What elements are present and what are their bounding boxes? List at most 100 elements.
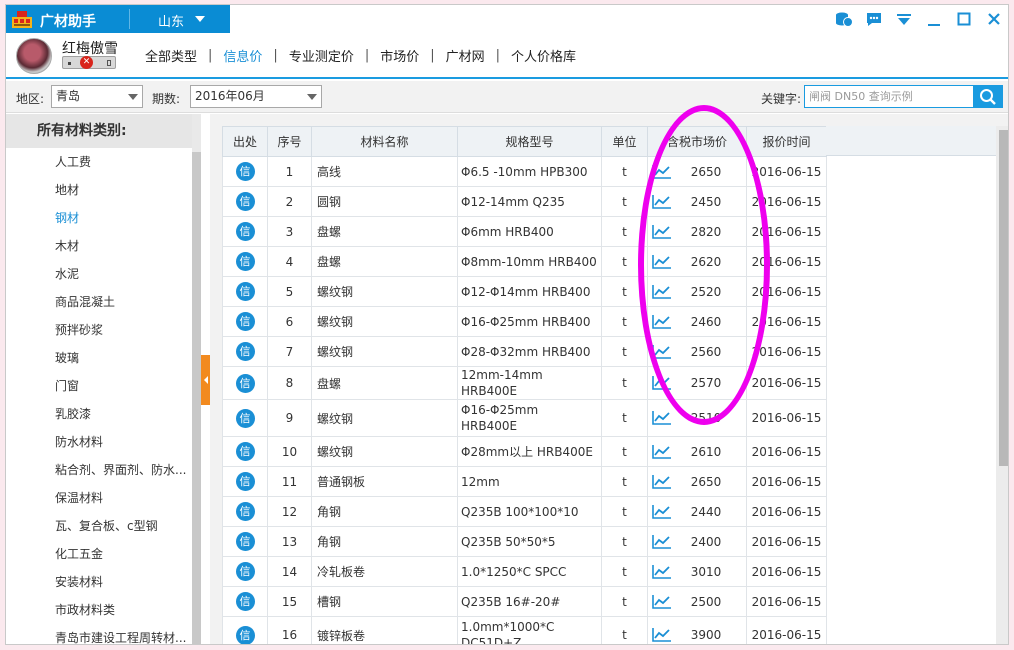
- col-price[interactable]: 含税市场价: [647, 126, 747, 157]
- price-trend-chart-icon[interactable]: [652, 594, 672, 609]
- info-source-badge[interactable]: 信: [235, 373, 255, 393]
- col-material-name[interactable]: 材料名称: [311, 126, 458, 157]
- period-select[interactable]: 2016年06月: [190, 85, 322, 108]
- index-cell: 9: [267, 399, 312, 437]
- table-row[interactable]: 信 14 冷轧板卷 1.0*1250*C SPCC t 3010 2016-06-15: [222, 556, 827, 587]
- sidebar-item[interactable]: 地材: [6, 176, 194, 204]
- sidebar-item[interactable]: 化工五金: [6, 540, 194, 568]
- info-source-badge[interactable]: 信: [235, 592, 255, 611]
- info-source-badge[interactable]: 信: [235, 342, 255, 361]
- close-icon[interactable]: [984, 9, 1004, 29]
- sidebar-item[interactable]: 预拌砂浆: [6, 316, 194, 344]
- table-row[interactable]: 信 7 螺纹钢 Φ28-Φ32mm HRB400 t 2560 2016-06-15: [222, 336, 827, 367]
- info-source-badge[interactable]: 信: [235, 532, 255, 551]
- caret-down-icon[interactable]: [195, 16, 205, 22]
- search-input[interactable]: [804, 85, 974, 108]
- info-source-badge[interactable]: 信: [235, 442, 255, 461]
- price-trend-chart-icon[interactable]: [652, 410, 672, 425]
- table-row[interactable]: 信 13 角钢 Q235B 50*50*5 t 2400 2016-06-15: [222, 526, 827, 557]
- table-row[interactable]: 信 2 圆钢 Φ12-14mm Q235 t 2450 2016-06-15: [222, 186, 827, 217]
- price-trend-chart-icon[interactable]: [652, 254, 672, 269]
- table-row[interactable]: 信 6 螺纹钢 Φ16-Φ25mm HRB400 t 2460 2016-06-15: [222, 306, 827, 337]
- price-trend-chart-icon[interactable]: [652, 314, 672, 329]
- coin-stack-icon[interactable]: [834, 9, 854, 29]
- category-sidebar: 所有材料类别: 人工费 地材 钢材 木材 水泥 商品混凝土 预拌砂浆 玻璃 门窗 乳胶漆 防水材料粘…: [6, 114, 201, 644]
- table-row[interactable]: 信 10 螺纹钢 Φ28mm以上 HRB400E t 2610 2016-06-15: [222, 436, 827, 467]
- price-trend-chart-icon[interactable]: [652, 564, 672, 579]
- table-row[interactable]: 信 11 普通钢板 12mm t 2650 2016-06-15: [222, 466, 827, 497]
- sidebar-item[interactable]: 青岛市建设工程周转材...: [6, 624, 194, 644]
- price-trend-chart-icon[interactable]: [652, 344, 672, 359]
- col-source[interactable]: 出处: [222, 126, 268, 157]
- info-source-badge[interactable]: 信: [235, 472, 255, 491]
- table-row[interactable]: 信 12 角钢 Q235B 100*100*10 t 2440 2016-06-15: [222, 496, 827, 527]
- table-row[interactable]: 信 4 盘螺 Φ8mm-10mm HRB400 t 2620 2016-06-15: [222, 246, 827, 277]
- table-row[interactable]: 信 16 镀锌板卷 1.0mm*1000*C DC51D+Z t 3900 2016-06-…: [222, 616, 827, 644]
- info-source-badge[interactable]: 信: [235, 162, 255, 181]
- maximize-icon[interactable]: [954, 9, 974, 29]
- price-trend-chart-icon[interactable]: [652, 474, 672, 489]
- info-source-badge[interactable]: 信: [235, 222, 255, 241]
- sidebar-item[interactable]: 水泥: [6, 260, 194, 288]
- price-trend-chart-icon[interactable]: [652, 444, 672, 459]
- sidebar-item[interactable]: 商品混凝土: [6, 288, 194, 316]
- table-scroll-thumb[interactable]: [999, 130, 1008, 466]
- tab-personal-price-library[interactable]: 个人价格库: [500, 46, 587, 65]
- tab-market-price[interactable]: 市场价: [369, 46, 430, 65]
- sidebar-item[interactable]: 瓦、复合板、c型钢: [6, 512, 194, 540]
- price-trend-chart-icon[interactable]: [652, 164, 672, 179]
- sidebar-item[interactable]: 钢材: [6, 204, 194, 232]
- info-source-badge[interactable]: 信: [235, 625, 255, 644]
- price-trend-chart-icon[interactable]: [652, 534, 672, 549]
- tab-info-price[interactable]: 信息价: [212, 46, 273, 65]
- price-trend-chart-icon[interactable]: [652, 224, 672, 239]
- collapse-sidebar-button[interactable]: [201, 355, 210, 405]
- col-spec[interactable]: 规格型号: [457, 126, 602, 157]
- info-source-badge[interactable]: 信: [235, 312, 255, 331]
- price-trend-chart-icon[interactable]: [652, 627, 672, 642]
- table-row[interactable]: 信 15 槽钢 Q235B 16#-20# t 2500 2016-06-15: [222, 586, 827, 617]
- sidebar-item[interactable]: 乳胶漆: [6, 400, 194, 428]
- table-row[interactable]: 信 3 盘螺 Φ6mm HRB400 t 2820 2016-06-15: [222, 216, 827, 247]
- table-row[interactable]: 信 5 螺纹钢 Φ12-Φ14mm HRB400 t 2520 2016-06-15: [222, 276, 827, 307]
- sidebar-item[interactable]: 人工费: [6, 148, 194, 176]
- message-icon[interactable]: [864, 9, 884, 29]
- info-source-badge[interactable]: 信: [235, 408, 255, 428]
- region-select[interactable]: 青岛: [51, 85, 143, 108]
- search-button[interactable]: [973, 85, 1003, 108]
- minimize-icon[interactable]: [924, 9, 944, 29]
- info-source-badge[interactable]: 信: [235, 282, 255, 301]
- sidebar-item[interactable]: 粘合剂、界面剂、防水...: [6, 456, 194, 484]
- info-source-badge[interactable]: 信: [235, 502, 255, 521]
- sidebar-item[interactable]: 保温材料: [6, 484, 194, 512]
- caret-down-icon: [307, 94, 317, 100]
- avatar[interactable]: [16, 38, 52, 74]
- col-unit[interactable]: 单位: [601, 126, 648, 157]
- sidebar-item[interactable]: 安装材料: [6, 568, 194, 596]
- price-trend-chart-icon[interactable]: [652, 504, 672, 519]
- table-row[interactable]: 信 9 螺纹钢 Φ16-Φ25mm HRB400E t 2510 2016-06-15: [222, 399, 827, 437]
- dropdown-menu-icon[interactable]: [894, 9, 914, 29]
- sidebar-item[interactable]: 木材: [6, 232, 194, 260]
- sidebar-item[interactable]: 玻璃: [6, 344, 194, 372]
- sidebar-item[interactable]: 市政材料类: [6, 596, 194, 624]
- price-trend-chart-icon[interactable]: [652, 194, 672, 209]
- sidebar-scroll-thumb[interactable]: [192, 152, 201, 644]
- table-row[interactable]: 信 1 高线 Φ6.5 -10mm HPB300 t 2650 2016-06-15: [222, 156, 827, 187]
- spec-cell: Φ6mm HRB400: [457, 216, 602, 247]
- price-trend-chart-icon[interactable]: [652, 375, 672, 390]
- tab-guangcai-web[interactable]: 广材网: [435, 46, 496, 65]
- tab-professional-price[interactable]: 专业测定价: [278, 46, 365, 65]
- tab-all-types[interactable]: 全部类型: [134, 46, 208, 65]
- col-index[interactable]: 序号: [267, 126, 312, 157]
- col-date[interactable]: 报价时间: [746, 126, 827, 157]
- sidebar-item[interactable]: 门窗: [6, 372, 194, 400]
- info-source-badge[interactable]: 信: [235, 252, 255, 271]
- title-bar: 广材助手 山东: [6, 5, 1008, 33]
- province-selector[interactable]: 山东: [158, 11, 184, 30]
- table-row[interactable]: 信 8 盘螺 12mm-14mm HRB400E t 2570 2016-06-15: [222, 366, 827, 400]
- price-trend-chart-icon[interactable]: [652, 284, 672, 299]
- sidebar-item[interactable]: 防水材料: [6, 428, 194, 456]
- info-source-badge[interactable]: 信: [235, 192, 255, 211]
- info-source-badge[interactable]: 信: [235, 562, 255, 581]
